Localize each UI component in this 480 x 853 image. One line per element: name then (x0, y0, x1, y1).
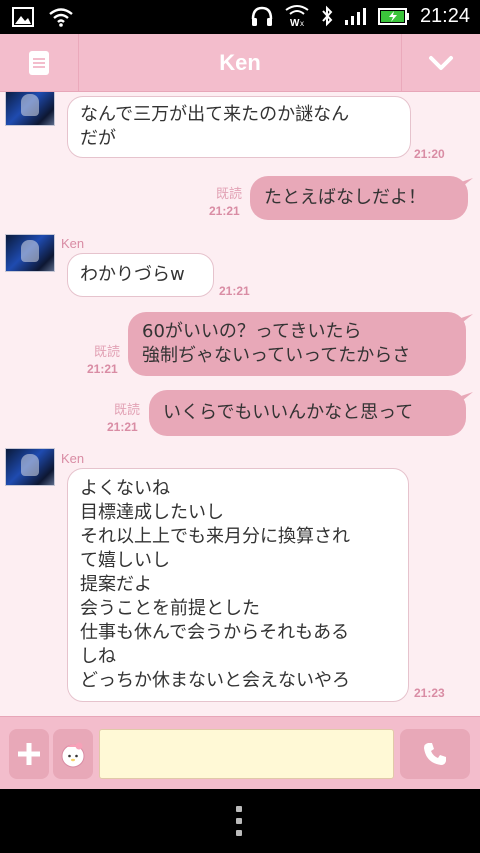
outgoing-message-bubble[interactable]: たとえばなしだよ！ (250, 176, 468, 220)
bluetooth-icon (322, 5, 333, 27)
image-icon (12, 7, 34, 27)
plus-icon (18, 743, 40, 765)
chat-title: Ken (219, 49, 261, 75)
read-receipt: 既読 (114, 403, 141, 418)
message-text: 強制ぢゃないっていってたからさ (142, 345, 411, 366)
message-text: 提案だよ (80, 574, 152, 595)
phone-icon (424, 743, 446, 765)
wifi-calling-icon: Wx (285, 5, 309, 28)
message-text: それ以上上でも来月分に換算され (80, 526, 350, 547)
message-list[interactable]: なんで三万が出て来たのか謎なん だが 21:20 既読 21:21 たとえばなし… (0, 92, 480, 716)
composer-bar (0, 716, 480, 790)
more-dots-icon[interactable] (236, 806, 242, 836)
message-text: 仕事も休んで会うからそれもある (80, 622, 350, 643)
headphones-icon (251, 6, 273, 26)
call-button[interactable] (400, 729, 470, 779)
svg-text:W: W (290, 18, 300, 28)
add-button[interactable] (9, 729, 49, 779)
outgoing-message-bubble[interactable]: いくらでもいいんかなと思って (149, 390, 466, 436)
incoming-message-bubble[interactable]: なんで三万が出て来たのか謎なん だが (67, 96, 411, 158)
signal-icon (344, 8, 366, 25)
message-time: 21:20 (414, 147, 445, 161)
incoming-message-bubble[interactable]: わかりづらw (67, 253, 214, 297)
read-receipt: 既読 (216, 187, 243, 202)
outgoing-message-bubble[interactable]: 60がいいの？ってきいたら 強制ぢゃないっていってたからさ (128, 312, 466, 376)
chat-header: Ken (0, 34, 480, 92)
message-text: だが (80, 128, 116, 149)
message-time: 21:21 (209, 204, 240, 218)
sender-name: Ken (61, 236, 85, 251)
message-time: 21:21 (107, 420, 138, 434)
message-text: 会うことを前提とした (80, 598, 260, 619)
battery-icon (377, 8, 409, 25)
message-time: 21:23 (414, 686, 445, 700)
message-input[interactable] (99, 729, 394, 779)
message-time: 21:21 (219, 284, 250, 298)
expand-button[interactable] (401, 34, 480, 91)
wifi-icon (49, 8, 73, 27)
incoming-message-bubble[interactable]: よくないね 目標達成したいし それ以上上でも来月分に換算され て嬉しいし 提案だ… (67, 468, 409, 702)
message-text: どっちか休まないと会えないやろ (80, 670, 350, 691)
chevron-down-icon (429, 55, 453, 70)
svg-text:x: x (300, 19, 304, 28)
menu-icon (29, 50, 49, 75)
message-text: わかりづらw (80, 264, 185, 285)
message-text: て嬉しいし (80, 550, 170, 571)
contact-avatar[interactable] (5, 448, 55, 486)
message-text: よくないね (80, 478, 170, 499)
message-text: なんで三万が出て来たのか謎なん (80, 104, 350, 125)
sticker-icon (61, 742, 85, 768)
clock: 21:24 (419, 4, 470, 27)
menu-button[interactable] (0, 34, 79, 91)
status-bar: Wx 21:24 (0, 0, 480, 34)
sticker-button[interactable] (53, 729, 93, 779)
contact-avatar[interactable] (5, 92, 55, 126)
message-text: 60がいいの？ってきいたら (142, 321, 362, 342)
read-receipt: 既読 (94, 345, 121, 360)
message-text: 目標達成したいし (80, 502, 224, 523)
message-time: 21:21 (87, 362, 118, 376)
contact-avatar[interactable] (5, 234, 55, 272)
message-text: いくらでもいいんかなと思って (163, 402, 414, 423)
message-text: しね (80, 646, 116, 667)
message-text: たとえばなしだよ！ (264, 187, 426, 208)
sender-name: Ken (61, 451, 85, 466)
